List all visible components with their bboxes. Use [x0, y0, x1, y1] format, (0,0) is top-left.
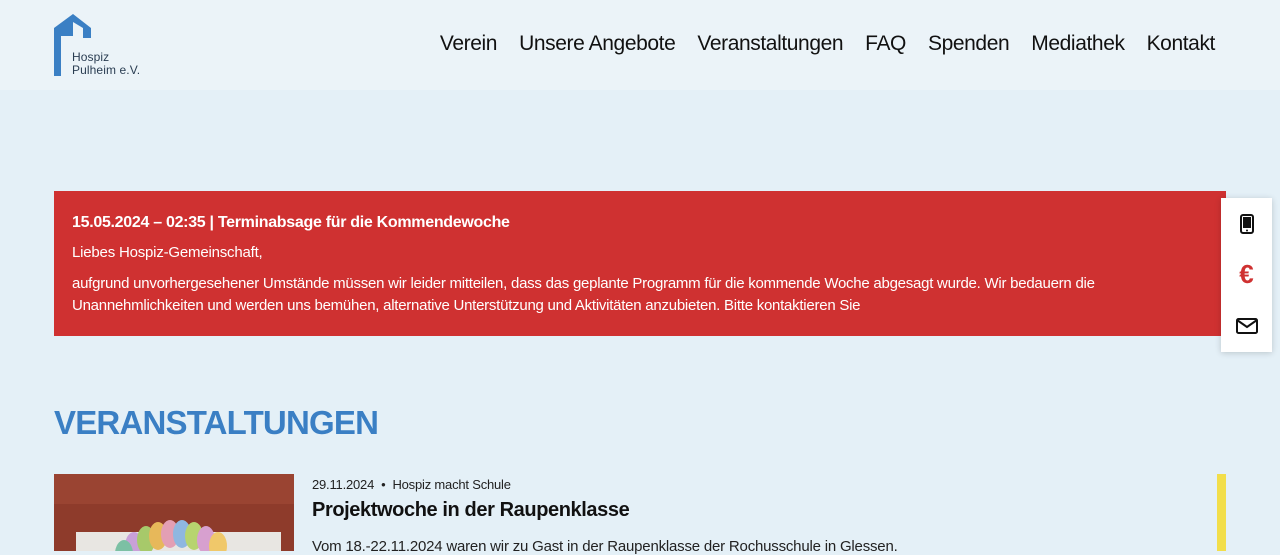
nav-item-angebote[interactable]: Unsere Angebote: [508, 30, 686, 58]
donate-button[interactable]: €: [1221, 249, 1272, 300]
nav-item-verein[interactable]: Verein: [429, 30, 508, 58]
events-heading: VERANSTALTUNGEN: [54, 404, 379, 441]
quick-contact-widget: €: [1221, 198, 1272, 352]
event-category[interactable]: Hospiz macht Schule: [392, 477, 511, 492]
site-header: Hospiz Pulheim e.V. Verein Unsere Angebo…: [0, 0, 1280, 90]
meta-separator: •: [381, 477, 386, 492]
event-image: [54, 474, 294, 551]
event-card[interactable]: 29.11.2024 • Hospiz macht Schule Projektwo…: [54, 474, 1226, 555]
event-title[interactable]: Projektwoche in der Raupenklasse: [312, 499, 630, 522]
alert-greeting: Liebes Hospiz-Gemeinschaft,: [72, 244, 263, 261]
alert-body: aufgrund unvorhergesehener Umstände müss…: [72, 275, 1095, 314]
event-date: 29.11.2024: [312, 477, 375, 492]
logo-line-2: Pulheim e.V.: [72, 63, 141, 77]
main-nav: Verein Unsere Angebote Veranstaltungen F…: [429, 30, 1215, 58]
phone-icon: [1239, 213, 1254, 234]
event-thumbnail[interactable]: [54, 474, 294, 551]
mail-button[interactable]: [1221, 300, 1272, 351]
mail-icon: [1235, 317, 1258, 334]
nav-item-veranstaltungen[interactable]: Veranstaltungen: [686, 30, 854, 58]
event-meta: 29.11.2024 • Hospiz macht Schule: [312, 477, 511, 492]
nav-item-kontakt[interactable]: Kontakt: [1136, 30, 1216, 58]
event-accent-bar: [1217, 474, 1226, 551]
euro-icon: €: [1239, 259, 1254, 289]
site-logo[interactable]: Hospiz Pulheim e.V.: [54, 14, 164, 78]
nav-item-spenden[interactable]: Spenden: [917, 30, 1020, 58]
alert-banner: 15.05.2024 – 02:35 | Terminabsage für di…: [54, 191, 1226, 336]
nav-item-faq[interactable]: FAQ: [854, 30, 917, 58]
nav-item-mediathek[interactable]: Mediathek: [1020, 30, 1135, 58]
event-excerpt: Vom 18.-22.11.2024 waren wir zu Gast in …: [312, 538, 898, 555]
alert-title: 15.05.2024 – 02:35 | Terminabsage für di…: [72, 214, 510, 231]
logo-text: Hospiz Pulheim e.V.: [72, 51, 140, 77]
phone-button[interactable]: [1221, 198, 1272, 249]
